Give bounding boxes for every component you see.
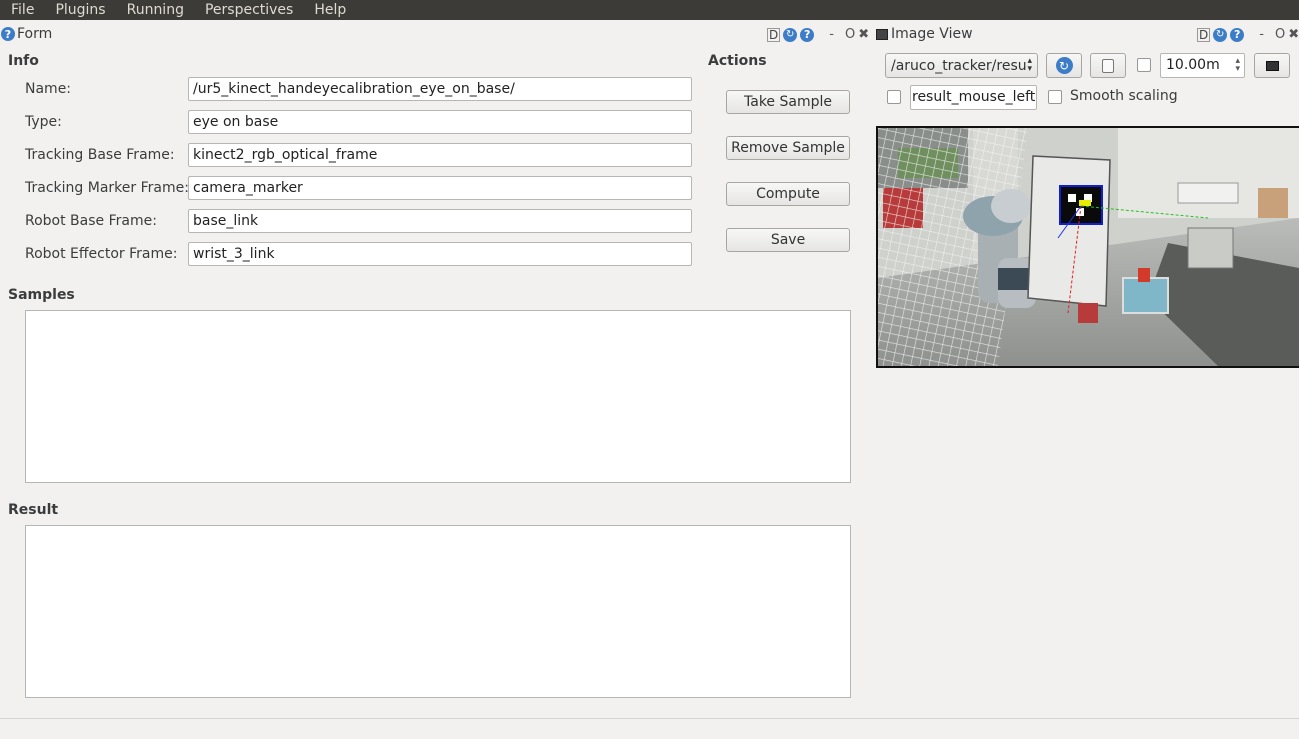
smooth-scaling-checkbox[interactable]	[1048, 90, 1062, 104]
info-section-label: Info	[8, 53, 39, 69]
close-icon[interactable]: ✖	[1288, 27, 1299, 42]
samples-section-label: Samples	[8, 287, 75, 303]
menu-file[interactable]: File	[0, 0, 44, 20]
robot-base-frame-field[interactable]: base_link	[188, 209, 692, 233]
image-dock-controls: D ↻ ? - O ✖	[1197, 27, 1299, 42]
tracking-marker-frame-label: Tracking Marker Frame:	[25, 180, 189, 196]
form-dock-title: ? Form	[1, 21, 52, 47]
camera-image[interactable]	[878, 128, 1299, 366]
actions-section-label: Actions	[708, 53, 767, 69]
tracking-base-frame-field[interactable]: kinect2_rgb_optical_frame	[188, 143, 692, 167]
dynamic-range-checkbox[interactable]	[1137, 58, 1151, 72]
topic-select[interactable]: /aruco_tracker/resu ▴ ▾	[885, 53, 1038, 78]
smooth-scaling-label: Smooth scaling	[1070, 88, 1178, 104]
max-depth-spinbox[interactable]: 10.00m ▴ ▾	[1160, 53, 1245, 78]
max-depth-value: 10.00m	[1166, 57, 1220, 73]
status-bar-divider	[0, 718, 1299, 719]
help-icon[interactable]: ?	[1, 27, 15, 41]
close-icon[interactable]: ✖	[858, 27, 869, 42]
tracking-marker-frame-field[interactable]: camera_marker	[188, 176, 692, 200]
save-image-button[interactable]	[1254, 53, 1290, 78]
help-icon[interactable]: ?	[1230, 27, 1245, 42]
type-label: Type:	[25, 114, 62, 130]
refresh-icon: ↻	[1055, 57, 1073, 74]
menu-bar: File Plugins Running Perspectives Help	[0, 0, 1299, 20]
save-button[interactable]: Save	[726, 228, 850, 252]
name-label: Name:	[25, 81, 72, 97]
zoom-icon	[1102, 58, 1114, 73]
float-icon[interactable]: O	[845, 27, 855, 42]
type-field[interactable]: eye on base	[188, 110, 692, 134]
spinner-arrows-icon[interactable]: ▴ ▾	[1235, 57, 1240, 74]
name-field[interactable]: /ur5_kinect_handeyecalibration_eye_on_ba…	[188, 77, 692, 101]
dock-d-icon[interactable]: D	[767, 27, 781, 42]
samples-list[interactable]	[25, 310, 851, 483]
image-view-dock-title: Image View	[876, 21, 973, 47]
menu-perspectives[interactable]: Perspectives	[194, 0, 303, 20]
robot-base-frame-label: Robot Base Frame:	[25, 213, 157, 229]
form-dock-title-text: Form	[17, 26, 53, 42]
menu-help[interactable]: Help	[303, 0, 356, 20]
help-icon[interactable]: ?	[800, 27, 815, 42]
publish-mouse-checkbox[interactable]	[887, 90, 901, 104]
camera-image-frame[interactable]	[876, 126, 1299, 368]
compute-button[interactable]: Compute	[726, 182, 850, 206]
reload-plugin-icon[interactable]: ↻	[783, 27, 798, 42]
screen-icon	[1265, 60, 1279, 71]
result-section-label: Result	[8, 502, 59, 518]
float-icon[interactable]: O	[1275, 27, 1285, 42]
menu-plugins[interactable]: Plugins	[44, 0, 115, 20]
refresh-topics-button[interactable]: ↻	[1046, 53, 1082, 78]
take-sample-button[interactable]: Take Sample	[726, 90, 850, 114]
result-text-area[interactable]	[25, 525, 851, 698]
dock-d-icon[interactable]: D	[1197, 27, 1211, 42]
form-dock-controls: D ↻ ? - O ✖	[767, 27, 869, 42]
tracking-base-frame-label: Tracking Base Frame:	[25, 147, 175, 163]
mouse-topic-field[interactable]: result_mouse_left	[910, 85, 1037, 110]
menu-running[interactable]: Running	[116, 0, 194, 20]
zoom-button[interactable]	[1090, 53, 1126, 78]
topic-select-value: /aruco_tracker/resu	[891, 57, 1027, 74]
remove-sample-button[interactable]: Remove Sample	[726, 136, 850, 160]
minimize-icon[interactable]: -	[829, 27, 834, 42]
reload-plugin-icon[interactable]: ↻	[1213, 27, 1228, 42]
robot-effector-frame-field[interactable]: wrist_3_link	[188, 242, 692, 266]
image-view-title-text: Image View	[891, 26, 973, 42]
robot-effector-frame-label: Robot Effector Frame:	[25, 246, 178, 262]
image-view-icon	[876, 28, 888, 40]
spinner-arrows-icon: ▴ ▾	[1027, 56, 1032, 74]
minimize-icon[interactable]: -	[1259, 27, 1264, 42]
